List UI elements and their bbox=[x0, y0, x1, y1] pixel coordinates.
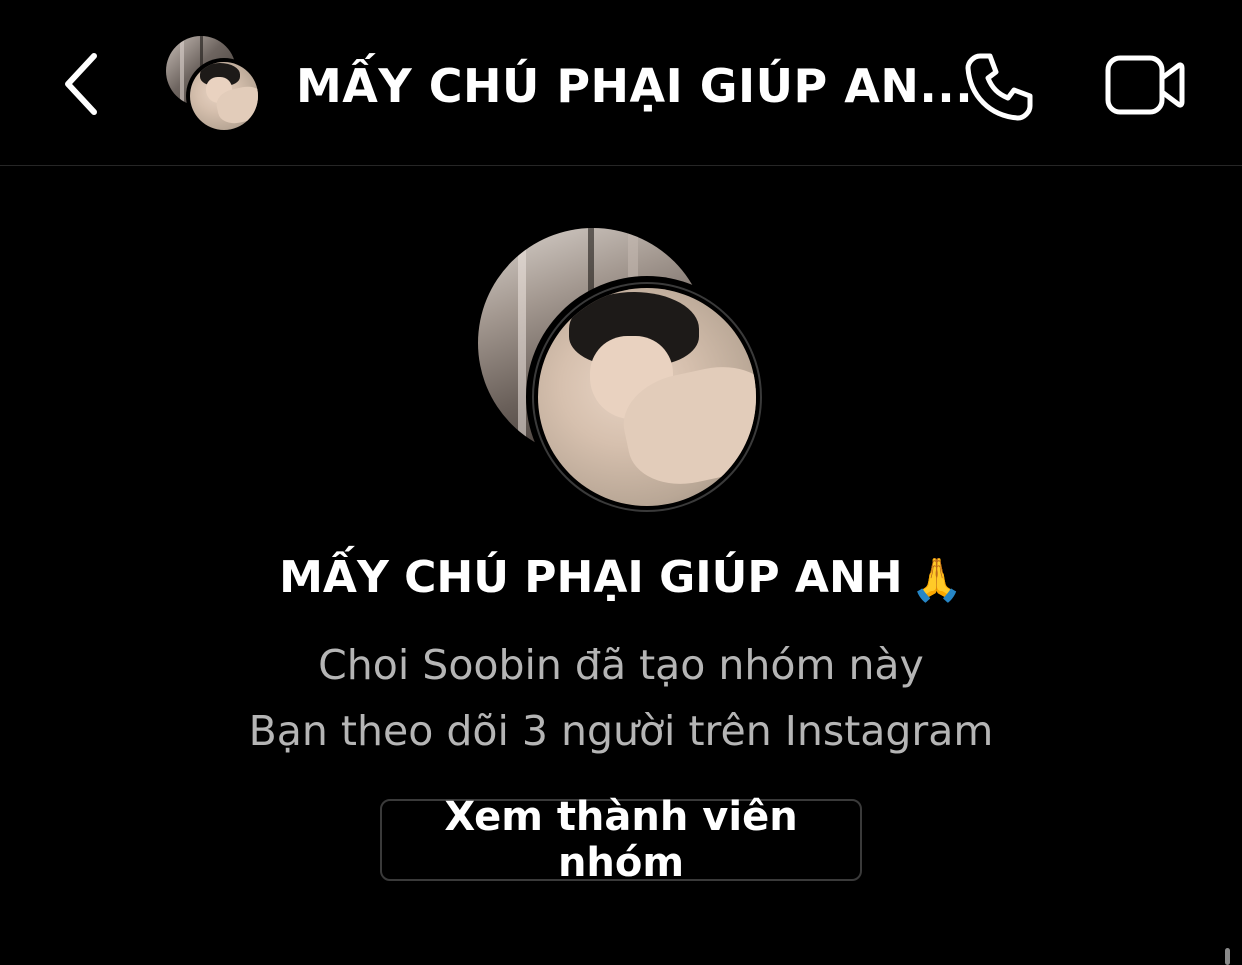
video-camera-icon bbox=[1105, 55, 1185, 115]
chevron-left-icon bbox=[65, 53, 97, 115]
chat-header: MẤY CHÚ PHẠI GIÚP AN... bbox=[0, 0, 1242, 166]
video-call-button[interactable] bbox=[1104, 52, 1186, 118]
group-avatar-large[interactable] bbox=[478, 228, 768, 518]
group-created-by-text: Choi Soobin đã tạo nhóm này bbox=[318, 641, 924, 689]
mutual-follow-text: Bạn theo dõi 3 người trên Instagram bbox=[248, 707, 994, 755]
group-name-heading: MẤY CHÚ PHẠI GIÚP ANH 🙏 bbox=[0, 548, 1242, 610]
view-members-button[interactable]: Xem thành viên nhóm bbox=[380, 794, 862, 886]
member-avatar-front-large bbox=[526, 276, 768, 518]
chat-title[interactable]: MẤY CHÚ PHẠI GIÚP AN... bbox=[296, 56, 973, 116]
member-avatar-front bbox=[186, 58, 262, 134]
phone-icon bbox=[965, 53, 1033, 121]
back-button[interactable] bbox=[54, 46, 114, 122]
group-name-text: MẤY CHÚ PHẠI GIÚP ANH bbox=[279, 552, 903, 603]
praying-hands-icon: 🙏 bbox=[910, 555, 963, 604]
scrollbar[interactable] bbox=[1225, 948, 1230, 965]
audio-call-button[interactable] bbox=[960, 48, 1036, 124]
group-avatar-small[interactable] bbox=[166, 36, 266, 136]
